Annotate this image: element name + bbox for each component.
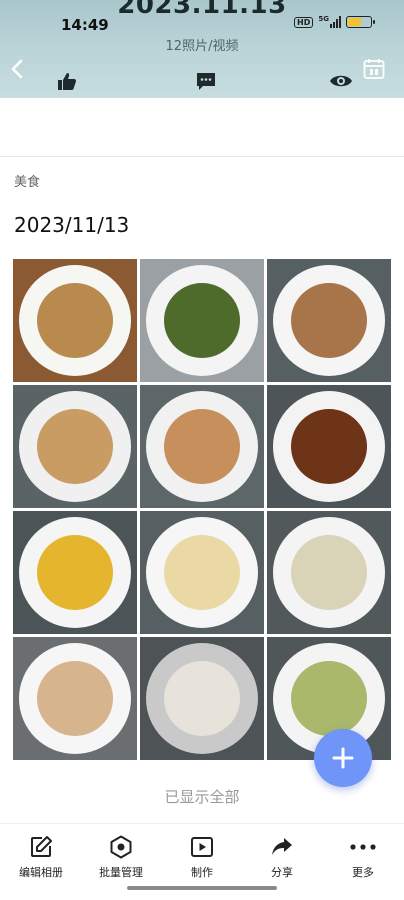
photo-thumbnail[interactable] [13,259,137,382]
batch-manage-button[interactable]: 批量管理 [81,834,161,880]
calendar-button[interactable] [362,57,386,81]
photo-thumbnail[interactable] [13,385,137,508]
edit-icon [28,834,54,860]
share-label: 分享 [271,866,293,879]
share-icon [269,834,295,860]
edit-album-label: 编辑相册 [19,866,63,879]
like-button[interactable] [55,70,79,92]
batch-manage-label: 批量管理 [99,866,143,879]
view-button[interactable] [328,70,354,92]
battery-icon [346,16,375,28]
comment-icon [197,72,215,90]
chevron-left-icon [11,59,23,79]
signal-icon: 5G [318,16,341,28]
photo-grid [13,259,391,760]
date-heading: 2023/11/13 [14,213,130,237]
photo-thumbnail[interactable] [140,385,264,508]
back-button[interactable] [6,58,28,80]
network-label: 5G [318,15,329,23]
photo-thumbnail[interactable] [140,259,264,382]
plus-icon [332,747,354,769]
more-icon [350,834,376,860]
photo-thumbnail[interactable] [13,637,137,760]
photo-thumbnail[interactable] [140,511,264,634]
calendar-icon [363,59,385,79]
share-button[interactable]: 分享 [242,834,322,880]
category-label: 美食 [14,175,41,190]
photo-thumbnail[interactable] [13,511,137,634]
home-indicator [127,886,277,890]
photo-thumbnail[interactable] [267,385,391,508]
album-subtitle: 12照片/视频 [165,39,239,54]
comment-button[interactable] [194,70,218,92]
all-shown-text: 已显示全部 [164,788,240,806]
batch-manage-icon [108,834,134,860]
more-button[interactable]: 更多 [323,834,403,880]
photo-thumbnail[interactable] [267,259,391,382]
add-button[interactable] [314,729,372,787]
divider [0,156,404,157]
create-label: 制作 [191,866,213,879]
create-button[interactable]: 制作 [162,834,242,880]
thumbs-up-icon [58,72,77,90]
hd-icon: HD [294,16,314,28]
album-header: 14:49 2023.11.13 12照片/视频 HD 5G [0,0,404,98]
eye-icon [330,75,352,87]
photo-thumbnail[interactable] [140,637,264,760]
status-icons: HD 5G [294,16,375,28]
more-label: 更多 [352,866,374,879]
play-icon [189,834,215,860]
photo-thumbnail[interactable] [267,511,391,634]
edit-album-button[interactable]: 编辑相册 [1,834,81,880]
